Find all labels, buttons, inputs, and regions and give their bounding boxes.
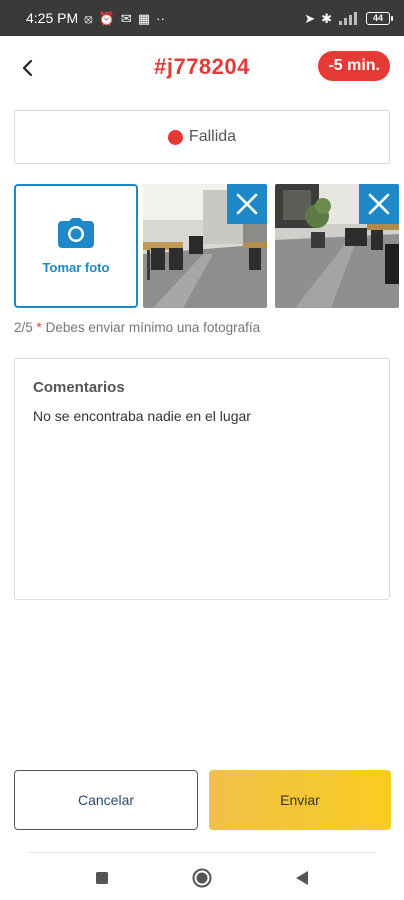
data-saver-icon: ⦻ xyxy=(84,10,93,26)
delivery-status-value: Fallida xyxy=(188,128,237,145)
comments-text[interactable]: No se encontraba nadie en el lugar xyxy=(33,408,371,424)
header: #j778204 -5 min. xyxy=(0,36,404,100)
home-circle-icon xyxy=(192,868,212,888)
back-nav-button[interactable] xyxy=(287,863,317,893)
location-icon: ➤ xyxy=(304,10,316,26)
photo-hint-text: Debes enviar mínimo una fotografía xyxy=(45,320,261,335)
comments-field[interactable]: Comentarios No se encontraba nadie en el… xyxy=(14,358,390,600)
more-dots-icon: ·· xyxy=(156,10,165,26)
time-badge: -5 min. xyxy=(318,51,390,81)
close-icon xyxy=(236,193,258,215)
square-icon xyxy=(96,872,108,884)
status-bar-left: 4:25 PM ⦻ ⏰ ✉ ▦ ·· xyxy=(26,10,165,26)
comments-label: Comentarios xyxy=(33,379,125,396)
take-photo-label: Tomar foto xyxy=(42,259,110,275)
battery-level: 44 xyxy=(372,13,383,23)
photo-thumbnail[interactable] xyxy=(143,184,267,308)
battery-icon: 44 xyxy=(366,11,393,25)
status-dot-icon xyxy=(167,129,183,145)
close-icon xyxy=(368,193,390,215)
photo-thumbnail[interactable] xyxy=(275,184,399,308)
remove-photo-button[interactable] xyxy=(359,184,399,224)
alarm-icon: ⏰ xyxy=(98,10,115,26)
system-navigation-bar xyxy=(0,856,404,900)
cancel-button[interactable]: Cancelar xyxy=(14,770,198,830)
apps-icon: ▦ xyxy=(137,10,151,26)
remove-photo-button[interactable] xyxy=(227,184,267,224)
status-bar-right: ➤ ✱ 44 xyxy=(304,10,393,26)
status-time: 4:25 PM xyxy=(26,10,79,26)
camera-icon xyxy=(58,217,94,248)
photo-requirement-hint: 2/5 * Debes enviar mínimo una fotografía xyxy=(14,320,260,335)
divider xyxy=(28,852,376,853)
triangle-back-icon xyxy=(296,871,308,885)
required-asterisk: * xyxy=(36,320,42,335)
take-photo-button[interactable]: Tomar foto xyxy=(14,184,138,308)
home-button[interactable] xyxy=(187,863,217,893)
delivery-status-select[interactable]: Fallida xyxy=(14,110,390,164)
recent-apps-button[interactable] xyxy=(87,863,117,893)
signal-icon xyxy=(339,11,357,25)
message-icon: ✉ xyxy=(120,10,132,26)
bluetooth-icon: ✱ xyxy=(321,10,332,26)
photos-row: Tomar foto xyxy=(14,184,404,308)
status-bar: 4:25 PM ⦻ ⏰ ✉ ▦ ·· ➤ ✱ 44 xyxy=(0,0,404,36)
photo-count: 2/5 xyxy=(14,320,33,335)
send-button[interactable]: Enviar xyxy=(209,770,391,830)
